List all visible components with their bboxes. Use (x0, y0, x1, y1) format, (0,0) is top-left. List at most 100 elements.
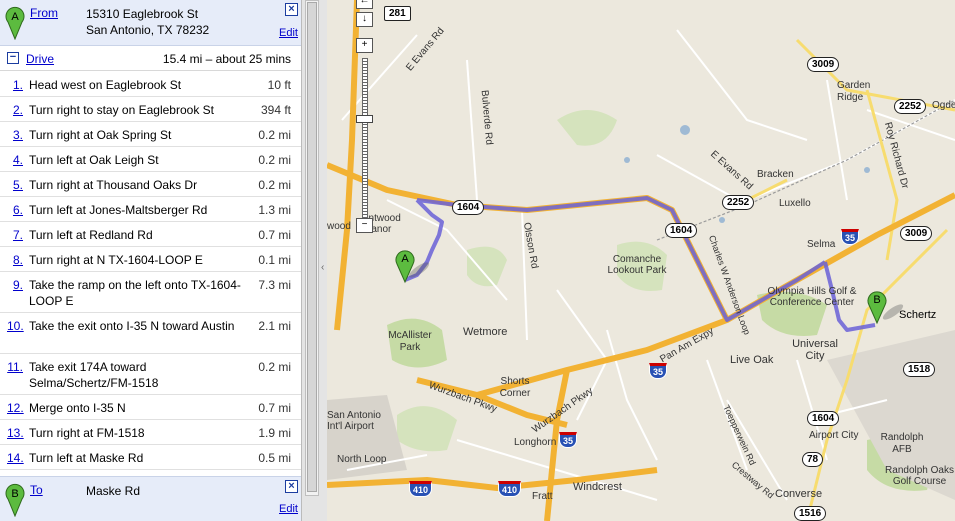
map-label: wood (327, 221, 351, 232)
trip-summary: 15.4 mi – about 25 mins (162, 52, 291, 66)
step-number-link[interactable]: 5. (7, 177, 23, 193)
directions-panel: A From 15310 Eaglebrook St San Antonio, … (0, 0, 301, 521)
map-label: Selma (807, 239, 836, 250)
step-number-link[interactable]: 9. (7, 277, 23, 293)
step-distance: 1.9 mi (258, 426, 291, 440)
from-address-line1: 15310 Eaglebrook St (86, 7, 199, 21)
map-label: San Antonio Int'l Airport (327, 410, 381, 432)
zoom-slider-thumb[interactable] (356, 115, 373, 123)
step-number-link[interactable]: 14. (7, 450, 24, 466)
step-instruction: Turn left at Redland Rd (29, 228, 153, 242)
to-endpoint: B To Maske Rd × Edit (0, 476, 301, 521)
park-area (557, 110, 617, 146)
step-number-link[interactable]: 3. (7, 127, 23, 143)
from-address: 15310 Eaglebrook St San Antonio, TX 7823… (86, 6, 209, 38)
direction-step[interactable]: 4. Turn left at Oak Leigh St 0.2 mi (0, 147, 301, 172)
step-distance: 0.1 mi (258, 253, 291, 267)
remove-from-button[interactable]: × (285, 3, 298, 16)
to-label-link[interactable]: To (30, 483, 43, 497)
direction-step[interactable]: 7. Turn left at Redland Rd 0.7 mi (0, 222, 301, 247)
direction-step[interactable]: 9. Take the ramp on the left onto TX-1604… (0, 272, 301, 313)
step-instruction: Turn right at FM-1518 (29, 426, 145, 440)
route-1518-shield: 1518 (903, 362, 936, 377)
svg-text:A: A (401, 253, 409, 265)
direction-step[interactable]: 2. Turn right to stay on Eaglebrook St 394… (0, 97, 301, 122)
interstate-35-shield: 35 (559, 432, 578, 448)
panel-divider[interactable]: ‹ (301, 0, 327, 521)
zoom-slider[interactable] (362, 58, 368, 228)
step-instruction: Turn right at Thousand Oaks Dr (29, 178, 198, 192)
direction-step[interactable]: 6. Turn left at Jones-Maltsberger Rd 1.3 m… (0, 197, 301, 222)
step-number-link[interactable]: 12. (7, 400, 24, 416)
step-instruction: Take the ramp on the left onto TX-1604-L… (29, 278, 241, 308)
map-label: McAllister Park (388, 330, 432, 353)
step-number-link[interactable]: 10. (7, 318, 24, 334)
zoom-in-button[interactable]: + (356, 38, 373, 53)
map-label: Live Oak (730, 354, 774, 366)
step-distance: 0.5 mi (258, 451, 291, 465)
edit-from-link[interactable]: Edit (279, 27, 298, 39)
pan-left-button[interactable]: ← (356, 0, 373, 9)
map-label: Universal City (792, 338, 838, 362)
direction-step[interactable]: 14. Turn left at Maske Rd 0.5 mi (0, 445, 301, 470)
step-number-link[interactable]: 6. (7, 202, 23, 218)
step-number-link[interactable]: 7. (7, 227, 23, 243)
remove-to-button[interactable]: × (285, 480, 298, 493)
pan-down-button[interactable]: ↓ (356, 12, 373, 27)
direction-step[interactable]: 13. Turn right at FM-1518 1.9 mi (0, 420, 301, 445)
marker-a-icon: A (5, 6, 25, 40)
step-distance: 0.2 mi (258, 360, 291, 374)
step-distance: 0.7 mi (258, 228, 291, 242)
water-body (624, 157, 630, 163)
panel-scrollbar[interactable] (305, 0, 319, 496)
step-number-link[interactable]: 1. (7, 77, 23, 93)
map-label: Garden Ridge (837, 80, 871, 103)
water-body (719, 217, 725, 223)
water-body (864, 167, 870, 173)
step-instruction: Turn right to stay on Eaglebrook St (29, 103, 214, 117)
step-number-link[interactable]: 13. (7, 425, 24, 441)
step-number-link[interactable]: 8. (7, 252, 23, 268)
route-2252-shield: 2252 (722, 195, 755, 210)
route-281-shield: 281 (384, 6, 411, 21)
step-distance: 394 ft (260, 103, 291, 117)
step-distance: 0.2 mi (258, 128, 291, 142)
map-label: Ogde (932, 100, 955, 111)
map-label: Luxello (779, 198, 811, 209)
drive-summary-row: − Drive 15.4 mi – about 25 mins (0, 46, 301, 71)
direction-step[interactable]: 11. Take exit 174A toward Selma/Schertz/F… (0, 354, 301, 395)
map-label: Longhorn (514, 437, 557, 448)
step-instruction: Take exit 174A toward Selma/Schertz/FM-1… (29, 360, 159, 390)
park-area (467, 246, 507, 287)
collapse-icon[interactable]: − (7, 52, 19, 64)
step-instruction: Take the exit onto I-35 N toward Austin (29, 319, 235, 333)
marker-b-icon: B (5, 483, 25, 517)
map-label: Bracken (757, 169, 794, 180)
step-distance: 0.2 mi (258, 153, 291, 167)
scrollbar-thumb[interactable] (307, 2, 317, 492)
step-distance: 1.3 mi (258, 203, 291, 217)
step-number-link[interactable]: 4. (7, 152, 23, 168)
direction-step[interactable]: 3. Turn right at Oak Spring St 0.2 mi (0, 122, 301, 147)
direction-step[interactable]: 8. Turn right at N TX-1604-LOOP E 0.1 mi (0, 247, 301, 272)
step-instruction: Turn left at Oak Leigh St (29, 153, 159, 167)
direction-step[interactable]: 5. Turn right at Thousand Oaks Dr 0.2 mi (0, 172, 301, 197)
direction-step[interactable]: 1. Head west on Eaglebrook St 10 ft (0, 72, 301, 97)
drive-link[interactable]: Drive (26, 52, 54, 66)
map-label: Wetmore (463, 326, 508, 338)
step-number-link[interactable]: 2. (7, 102, 23, 118)
interstate-35-shield: 35 (649, 363, 668, 379)
direction-step[interactable]: 12. Merge onto I-35 N 0.7 mi (0, 395, 301, 420)
map-label: Shorts Corner (499, 376, 531, 399)
interstate-410-shield: 410 (498, 481, 522, 497)
map-label: Randolph Oaks Golf Course (885, 465, 954, 487)
from-label-link[interactable]: From (30, 6, 58, 20)
step-distance: 0.2 mi (258, 178, 291, 192)
map-view[interactable]: A B E Evans Rd Bulverde Rd Garden Ridge … (327, 0, 955, 521)
step-number-link[interactable]: 11. (7, 359, 23, 375)
zoom-out-button[interactable]: − (356, 218, 373, 233)
direction-step[interactable]: 10. Take the exit onto I-35 N toward Aust… (0, 313, 301, 354)
edit-to-link[interactable]: Edit (279, 503, 298, 515)
step-distance: 0.7 mi (258, 401, 291, 415)
to-address: Maske Rd (86, 483, 140, 499)
